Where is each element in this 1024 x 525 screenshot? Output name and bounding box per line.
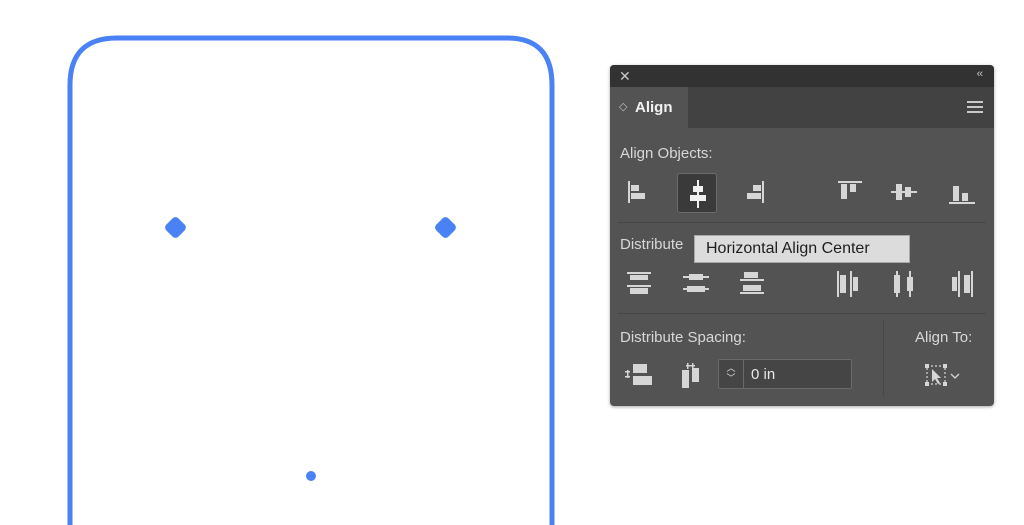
corner-widget-right-core	[438, 220, 453, 235]
close-icon[interactable]: ✕	[619, 68, 631, 84]
horizontal-align-center-button[interactable]	[677, 173, 717, 213]
horizontal-align-right-button[interactable]	[734, 174, 770, 210]
selected-rounded-rectangle[interactable]	[67, 35, 555, 525]
horizontal-align-center-icon	[690, 180, 706, 208]
horizontal-distribute-left-button[interactable]	[831, 266, 867, 302]
align-to-selection-icon	[925, 364, 960, 386]
section-divider	[618, 313, 986, 314]
stepper-down-icon[interactable]: ﹀	[719, 373, 743, 383]
panel-tabbar: ◇ Align	[610, 87, 994, 128]
vertical-distribute-top-button[interactable]	[622, 266, 658, 302]
vertical-align-top-button[interactable]	[831, 174, 867, 210]
horizontal-distribute-left-icon	[837, 271, 858, 297]
column-divider	[883, 321, 884, 397]
vertical-distribute-center-button[interactable]	[679, 266, 715, 302]
spacing-value: 0 in	[751, 366, 776, 383]
vertical-distribute-space-icon	[625, 364, 652, 385]
horizontal-distribute-right-button[interactable]	[944, 266, 980, 302]
vertical-align-center-button[interactable]	[886, 174, 922, 210]
tooltip: Horizontal Align Center	[694, 235, 910, 263]
collapse-panel-icon[interactable]: ‹‹	[977, 68, 983, 80]
align-to-dropdown[interactable]	[922, 358, 966, 394]
expand-collapse-icon[interactable]: ◇	[619, 100, 627, 113]
panel-titlebar[interactable]: ✕ ‹‹	[610, 65, 994, 87]
vertical-align-bottom-button[interactable]	[943, 174, 979, 210]
vertical-distribute-bottom-icon	[740, 272, 764, 294]
vertical-align-top-icon	[838, 181, 862, 199]
horizontal-distribute-center-button[interactable]	[888, 266, 924, 302]
tab-align-label: Align	[635, 99, 673, 116]
horizontal-align-left-icon	[628, 181, 645, 203]
horizontal-distribute-space-button[interactable]	[676, 358, 712, 394]
vertical-distribute-center-icon	[683, 274, 709, 292]
vertical-align-bottom-icon	[949, 186, 975, 204]
panel-menu-icon[interactable]	[967, 101, 983, 113]
stepper-up-icon[interactable]: ︿	[719, 363, 743, 373]
corner-widget-left-core	[168, 220, 183, 235]
horizontal-align-left-button[interactable]	[622, 174, 658, 210]
align-objects-label: Align Objects:	[620, 145, 713, 162]
section-divider	[618, 222, 986, 223]
vertical-distribute-top-icon	[627, 272, 651, 294]
horizontal-distribute-center-icon	[894, 271, 913, 297]
horizontal-distribute-space-icon	[682, 363, 699, 388]
horizontal-align-right-icon	[747, 181, 764, 203]
tab-align[interactable]: ◇ Align	[610, 87, 688, 128]
center-point[interactable]	[306, 471, 316, 481]
distribute-spacing-label: Distribute Spacing:	[620, 329, 746, 346]
vertical-align-center-icon	[891, 184, 917, 200]
align-to-label: Align To:	[915, 329, 973, 346]
distribute-objects-label: Distribute	[620, 236, 684, 253]
spin-stepper[interactable]: ︿ ﹀	[719, 360, 744, 388]
vertical-distribute-bottom-button[interactable]	[735, 266, 771, 302]
distribute-spacing-input[interactable]: ︿ ﹀ 0 in	[718, 359, 852, 389]
horizontal-distribute-right-icon	[952, 271, 973, 297]
vertical-distribute-space-button[interactable]	[622, 358, 658, 394]
